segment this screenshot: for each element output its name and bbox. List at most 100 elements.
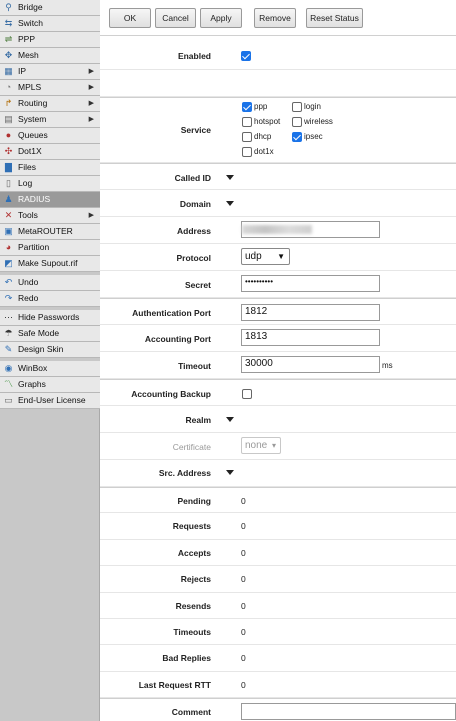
domain-expand-icon[interactable] (226, 201, 234, 206)
acct-port-input[interactable]: 1813 (241, 329, 380, 346)
service-wireless-label: wireless (304, 117, 333, 126)
sidebar-item-queues[interactable]: ● Queues (0, 128, 100, 144)
redo-icon: ↷ (4, 293, 13, 303)
ppp-icon: ⇌ (4, 34, 13, 44)
src-address-label: Src. Address (158, 468, 211, 478)
acct-backup-checkbox[interactable] (242, 389, 252, 399)
timeout-unit: ms (382, 361, 393, 370)
secret-input[interactable]: •••••••••• (241, 275, 380, 292)
ok-button[interactable]: OK (109, 8, 151, 28)
comment-row: Comment (100, 698, 456, 721)
acct-backup-label: Accounting Backup (131, 389, 211, 399)
sidebar-item-system[interactable]: ▤ System ▶ (0, 112, 100, 128)
submenu-arrow-icon: ▶ (88, 116, 94, 123)
sidebar-item-tools[interactable]: ✕ Tools ▶ (0, 208, 100, 224)
service-wireless-checkbox[interactable] (292, 117, 302, 127)
enabled-row: Enabled (100, 36, 456, 70)
sidebar-item-label: Graphs (18, 379, 46, 389)
service-dhcp-checkbox[interactable] (242, 132, 252, 142)
comment-input[interactable] (241, 703, 456, 720)
switch-icon: ⇆ (4, 18, 13, 28)
tools-icon: ✕ (4, 210, 13, 220)
acct-port-label: Accounting Port (144, 334, 211, 344)
sidebar-item-mesh[interactable]: ✥ Mesh (0, 48, 100, 64)
hide-passwords-icon: ⋯ (4, 312, 13, 322)
chevron-down-icon: ▾ (271, 441, 276, 450)
reset-status-button[interactable]: Reset Status (306, 8, 363, 28)
domain-row: Domain (100, 190, 456, 217)
auth-port-input[interactable]: 1812 (241, 304, 380, 321)
winbox-icon: ◉ (4, 363, 13, 373)
sidebar-item-graphs[interactable]: 〽 Graphs (0, 377, 100, 393)
sidebar-item-label: Routing (18, 98, 48, 108)
sidebar-item-label: Redo (18, 293, 39, 303)
stat-row-pending: Pending 0 (100, 487, 456, 514)
sidebar-item-label: Partition (18, 242, 50, 252)
sidebar-item-ppp[interactable]: ⇌ PPP (0, 32, 100, 48)
timeout-input[interactable]: 30000 (241, 356, 380, 373)
sidebar-item-label: End-User License (18, 395, 86, 405)
stat-value: 0 (241, 574, 246, 585)
sidebar-item-partition[interactable]: ◕ Partition (0, 240, 100, 256)
sidebar-item-undo[interactable]: ↶ Undo (0, 275, 100, 291)
sidebar-item-dot1x[interactable]: ✣ Dot1X (0, 144, 100, 160)
stat-value: 0 (241, 496, 246, 506)
acct-port-row: Accounting Port 1813 (100, 325, 456, 352)
sidebar-item-switch[interactable]: ⇆ Switch (0, 16, 100, 32)
service-login-checkbox[interactable] (292, 102, 302, 112)
service-hotspot-checkbox[interactable] (242, 117, 252, 127)
service-login-label: login (304, 102, 321, 111)
sidebar-item-bridge[interactable]: ⚲ Bridge (0, 0, 100, 16)
called-id-expand-icon[interactable] (226, 175, 234, 180)
sidebar-item-radius[interactable]: ♟ RADIUS (0, 192, 100, 208)
sidebar-item-hide-passwords[interactable]: ⋯ Hide Passwords (0, 310, 100, 326)
sidebar-item-ip[interactable]: ▦ IP ▶ (0, 64, 100, 80)
sidebar-item-metarouter[interactable]: ▣ MetaROUTER (0, 224, 100, 240)
stat-row-rejects: Rejects 0 (100, 566, 456, 593)
sidebar-item-files[interactable]: ▇ Files (0, 160, 100, 176)
sidebar-item-routing[interactable]: ↱ Routing ▶ (0, 96, 100, 112)
safe-mode-icon: ☂ (4, 328, 13, 338)
sidebar-item-safe-mode[interactable]: ☂ Safe Mode (0, 326, 100, 342)
sidebar-item-mpls[interactable]: ◔ MPLS ▶ (0, 80, 100, 96)
realm-expand-icon[interactable] (226, 417, 234, 422)
sidebar-item-end-user-license[interactable]: ▭ End-User License (0, 393, 100, 409)
protocol-row: Protocol udp ▼ (100, 244, 456, 271)
apply-button[interactable]: Apply (200, 8, 242, 28)
sidebar-item-winbox[interactable]: ◉ WinBox (0, 361, 100, 377)
stat-value: 0 (241, 521, 246, 532)
stat-label: Rejects (180, 574, 211, 585)
cancel-button[interactable]: Cancel (155, 8, 196, 28)
sidebar-item-label: Safe Mode (18, 328, 60, 338)
sidebar-item-make-supout-rif[interactable]: ◩ Make Supout.rif (0, 256, 100, 272)
chevron-down-icon: ▼ (277, 252, 285, 261)
sidebar-item-label: Log (18, 178, 33, 188)
service-dot1x-checkbox[interactable] (242, 147, 252, 157)
sidebar-item-label: Mesh (18, 50, 39, 60)
graphs-icon: 〽 (3, 379, 13, 389)
sidebar-item-label: System (18, 114, 47, 124)
sidebar-item-redo[interactable]: ↷ Redo (0, 291, 100, 307)
service-ipsec-checkbox[interactable] (292, 132, 302, 142)
sidebar-item-design-skin[interactable]: ✎ Design Skin (0, 342, 100, 358)
src-address-expand-icon[interactable] (226, 470, 234, 475)
service-ppp-checkbox[interactable] (242, 102, 252, 112)
sidebar-item-label: Undo (18, 277, 39, 287)
design-skin-icon: ✎ (4, 344, 13, 354)
address-redacted-blur (242, 225, 312, 234)
protocol-select[interactable]: udp ▼ (241, 248, 290, 265)
routing-icon: ↱ (4, 98, 13, 108)
remove-button[interactable]: Remove (254, 8, 296, 28)
sidebar-item-label: Bridge (18, 2, 43, 12)
stat-label: Accepts (177, 547, 211, 558)
certificate-row: Certificate none ▾ (100, 433, 456, 460)
sidebar-item-log[interactable]: ▯ Log (0, 176, 100, 192)
toolbar: OK Cancel Apply Remove Reset Status (100, 0, 456, 36)
auth-port-row: Authentication Port 1812 (100, 298, 456, 325)
stat-value: 0 (241, 600, 246, 611)
radius-icon: ♟ (4, 194, 13, 204)
undo-icon: ↶ (4, 277, 13, 287)
enabled-checkbox[interactable] (241, 51, 251, 61)
sidebar-item-label: IP (18, 66, 27, 76)
spacer-row (100, 70, 456, 97)
